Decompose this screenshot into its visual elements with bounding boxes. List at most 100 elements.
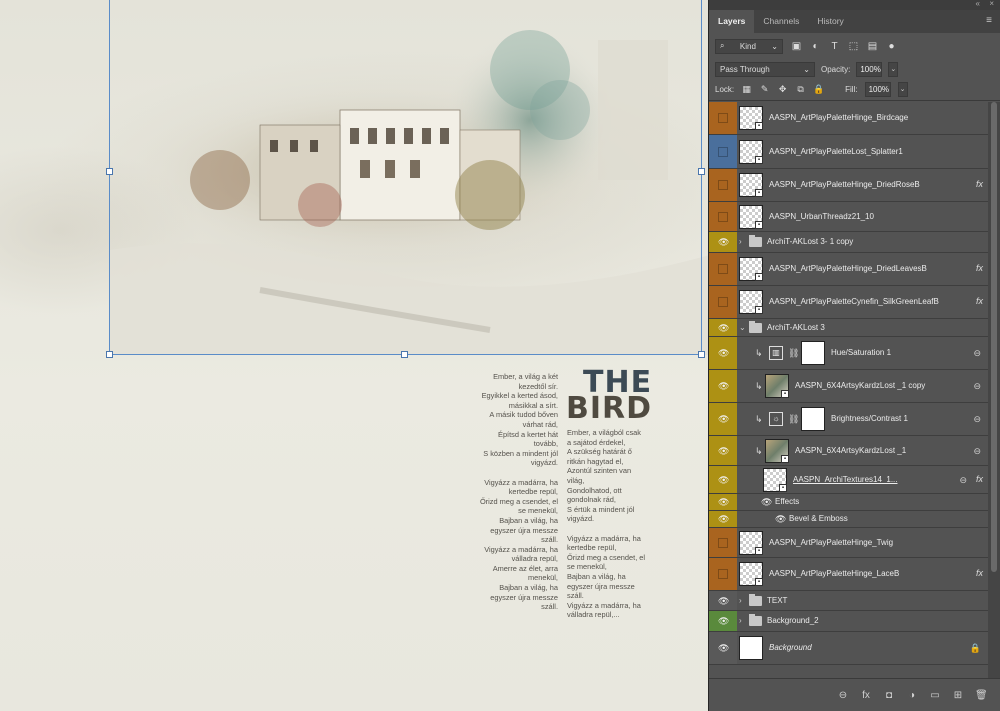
layer-visibility-toggle[interactable] bbox=[709, 558, 737, 590]
fx-icon[interactable]: fx bbox=[976, 474, 983, 484]
layer-row[interactable]: 👁▪AASPN_ArchiTextures14_1...⊖fx⌃ bbox=[709, 466, 993, 494]
lock-icon: 🔒 bbox=[969, 643, 981, 653]
lock-row: Lock: ▦ ✎ ✥ ⧉ 🔒 Fill: 100% ⌄ bbox=[709, 79, 1000, 101]
transform-bounding-box[interactable] bbox=[109, 0, 702, 355]
blend-mode-value: Pass Through bbox=[720, 64, 770, 74]
filter-toggle-icon[interactable]: ● bbox=[886, 41, 897, 52]
layer-visibility-toggle[interactable]: 👁 bbox=[709, 632, 737, 664]
smart-object-badge-icon: ▪ bbox=[755, 546, 763, 555]
document-canvas[interactable]: THE BIRD Ember, a világ a két kezedtől s… bbox=[0, 0, 708, 711]
layer-row[interactable]: 👁 ↳ ☼ ⛓ Brightness/Contrast 1 ⊖ bbox=[709, 403, 989, 436]
transform-handle-bottom-left[interactable] bbox=[106, 351, 113, 358]
fill-field[interactable]: 100% bbox=[864, 82, 891, 97]
layer-row[interactable]: 👁 👁 Bevel & Emboss bbox=[709, 511, 989, 528]
lock-label: Lock: bbox=[715, 85, 735, 94]
layer-visibility-toggle[interactable]: 👁 bbox=[709, 232, 737, 252]
layer-visibility-toggle[interactable]: 👁 bbox=[709, 370, 737, 402]
opacity-field[interactable]: 100% bbox=[856, 61, 883, 77]
blend-mode-select[interactable]: Pass Through ⌄ bbox=[715, 61, 815, 77]
collapse-panels-icon[interactable]: « bbox=[976, 0, 980, 8]
layer-row[interactable]: ▪ AASPN_ArtPlayPaletteHinge_Twig bbox=[709, 528, 989, 558]
lock-position-icon[interactable]: ✥ bbox=[777, 84, 788, 95]
layer-name: AASPN_ArtPlayPaletteHinge_LaceB bbox=[769, 569, 900, 578]
layer-row[interactable]: 👁 Background 🔒 bbox=[709, 632, 989, 665]
opacity-dropdown-icon[interactable]: ⌄ bbox=[888, 61, 899, 77]
layer-row[interactable]: ▪ AASPN_ArtPlayPaletteHinge_DriedLeavesB f… bbox=[709, 253, 993, 286]
layers-scrollbar[interactable] bbox=[988, 102, 1000, 678]
tab-layers[interactable]: Layers bbox=[709, 10, 755, 33]
layer-visibility-toggle[interactable] bbox=[709, 253, 737, 285]
layer-row[interactable]: ▪AASPN_ArtPlayPaletteHinge_LaceBfx⌄ bbox=[709, 558, 993, 591]
layer-thumbnail: ▪ bbox=[739, 139, 763, 164]
tab-history[interactable]: History bbox=[808, 10, 852, 33]
fx-icon[interactable]: fx bbox=[976, 568, 983, 578]
new-layer-icon[interactable]: ⊞ bbox=[952, 690, 964, 701]
link-layers-icon[interactable]: ⊖ bbox=[837, 690, 849, 701]
type-filter-icon[interactable]: T bbox=[829, 41, 840, 52]
layer-row[interactable]: 👁 ↳ ▪ AASPN_6X4ArtsyKardzLost _1 ⊖ bbox=[709, 436, 989, 466]
link-icon: ⊖ bbox=[973, 445, 981, 456]
layer-row[interactable]: ▪ AASPN_ArtPlayPaletteLost_Splatter1 bbox=[709, 135, 989, 169]
scrollbar-thumb[interactable] bbox=[991, 102, 997, 572]
fx-icon[interactable]: fx bbox=[976, 179, 983, 189]
transform-handle-left[interactable] bbox=[106, 168, 113, 175]
layer-visibility-toggle[interactable] bbox=[709, 169, 737, 201]
lock-image-icon[interactable]: ✎ bbox=[759, 84, 770, 95]
transform-handle-bottom[interactable] bbox=[401, 351, 408, 358]
delete-layer-icon[interactable]: 🗑 bbox=[975, 690, 988, 701]
layer-visibility-toggle[interactable]: 👁 bbox=[709, 591, 737, 610]
layer-visibility-toggle[interactable] bbox=[709, 102, 737, 134]
layer-visibility-toggle[interactable]: 👁 bbox=[709, 494, 737, 510]
layer-row[interactable]: ▪ AASPN_ArtPlayPaletteCynefin_SilkGreenLe… bbox=[709, 286, 993, 319]
layer-visibility-toggle[interactable]: 👁 bbox=[709, 403, 737, 435]
lock-transparent-icon[interactable]: ▦ bbox=[741, 84, 752, 95]
layer-thumbnail: ▪ bbox=[739, 204, 763, 229]
layer-visibility-toggle[interactable]: 👁 bbox=[709, 511, 737, 527]
layer-row[interactable]: ▪AASPN_ArtPlayPaletteHinge_DriedRoseBfx⌄ bbox=[709, 169, 993, 202]
layer-visibility-toggle[interactable] bbox=[709, 286, 737, 318]
filter-kind-select[interactable]: ⌕ Kind ⌄ bbox=[715, 38, 783, 54]
layer-visibility-toggle[interactable] bbox=[709, 202, 737, 231]
transform-handle-bottom-right[interactable] bbox=[698, 351, 705, 358]
shape-filter-icon[interactable]: ⬚ bbox=[848, 41, 859, 52]
layer-visibility-toggle[interactable]: 👁 bbox=[709, 611, 737, 631]
layer-visibility-toggle[interactable] bbox=[709, 135, 737, 168]
layer-name: TEXT bbox=[767, 595, 788, 605]
fill-dropdown-icon[interactable]: ⌄ bbox=[897, 82, 908, 97]
close-panel-icon[interactable]: × bbox=[989, 0, 994, 8]
lock-artboard-icon[interactable]: ⧉ bbox=[795, 84, 806, 95]
hidden-eye-box bbox=[718, 113, 728, 123]
layer-visibility-toggle[interactable] bbox=[709, 528, 737, 557]
layer-row[interactable]: 👁 👁 Effects bbox=[709, 494, 989, 511]
layer-row[interactable]: 👁 ↳ ▥ ⛓ Hue/Saturation 1 ⊖ bbox=[709, 337, 989, 370]
layer-visibility-toggle[interactable]: 👁 bbox=[709, 337, 737, 369]
smart-object-filter-icon[interactable]: ▤ bbox=[867, 41, 878, 52]
add-mask-icon[interactable]: ◘ bbox=[883, 690, 895, 701]
adjustment-layer-icon[interactable]: ◑ bbox=[906, 690, 918, 701]
tab-channels[interactable]: Channels bbox=[754, 10, 808, 33]
lock-all-icon[interactable]: 🔒 bbox=[813, 84, 824, 95]
layer-visibility-toggle[interactable]: 👁 bbox=[709, 466, 737, 493]
new-group-icon[interactable]: ▭ bbox=[929, 690, 941, 701]
eye-icon: 👁 bbox=[718, 445, 730, 456]
layer-name: AASPN_UrbanThreadz21_10 bbox=[769, 211, 874, 221]
layer-row[interactable]: 👁 › TEXT bbox=[709, 591, 989, 611]
eye-icon: 👁 bbox=[718, 474, 730, 485]
layer-row[interactable]: 👁 › Background_2 bbox=[709, 611, 989, 632]
layer-row[interactable]: ▪ AASPN_UrbanThreadz21_10 bbox=[709, 202, 989, 232]
pixel-filter-icon[interactable]: ▣ bbox=[791, 41, 802, 52]
fx-icon[interactable]: fx bbox=[976, 263, 983, 273]
layer-row[interactable]: 👁 ↳ ▪ AASPN_6X4ArtsyKardzLost _1 copy ⊖ bbox=[709, 370, 989, 403]
adjustment-filter-icon[interactable]: ◐ bbox=[810, 41, 821, 52]
layer-row[interactable]: 👁 › ArchiT-AKLost 3- 1 copy bbox=[709, 232, 989, 253]
link-icon: ⊖ bbox=[973, 414, 981, 424]
transform-handle-right[interactable] bbox=[698, 168, 705, 175]
layer-row[interactable]: 👁 ⌄ ArchiT-AKLost 3 bbox=[709, 319, 989, 337]
layer-style-icon[interactable]: fx bbox=[860, 690, 872, 701]
layer-visibility-toggle[interactable]: 👁 bbox=[709, 319, 737, 336]
fx-icon[interactable]: fx bbox=[976, 296, 983, 306]
layer-row[interactable]: ▪ AASPN_ArtPlayPaletteHinge_Birdcage bbox=[709, 102, 989, 135]
eye-icon: 👁 bbox=[718, 616, 730, 626]
layer-visibility-toggle[interactable]: 👁 bbox=[709, 436, 737, 465]
panel-menu-icon[interactable]: ≡ bbox=[986, 15, 992, 26]
